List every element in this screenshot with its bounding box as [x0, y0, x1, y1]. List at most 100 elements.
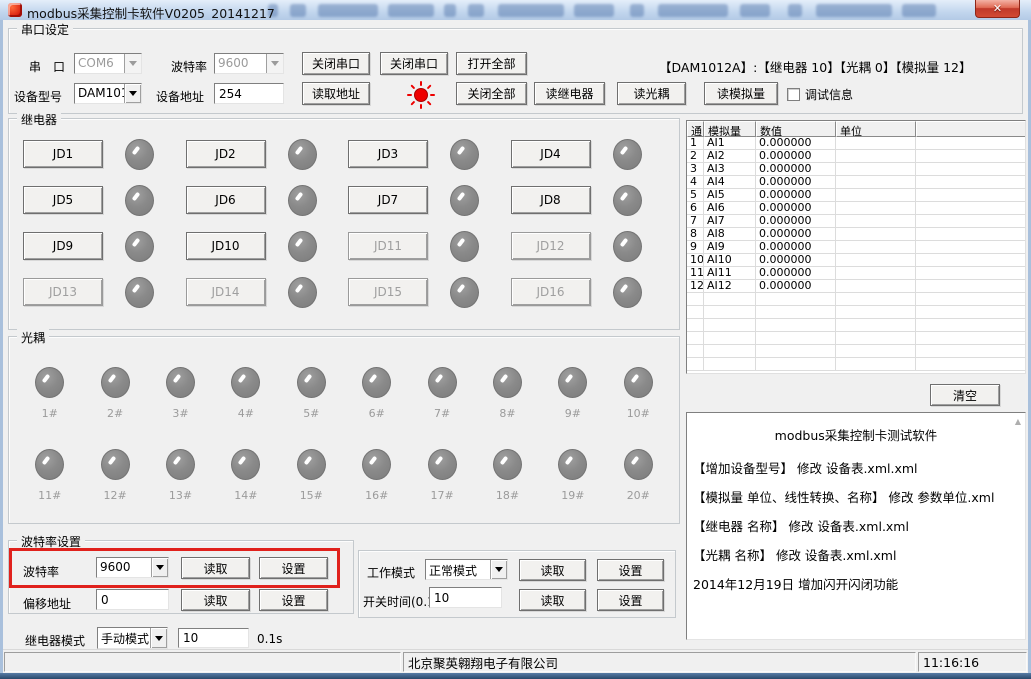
relay-mode-time-input[interactable] [178, 628, 249, 648]
table-row-empty[interactable] [687, 306, 1025, 319]
opto-channel: 11# [17, 433, 82, 515]
opto-led-19-icon [558, 449, 588, 480]
table-cell: AI12 [704, 280, 756, 292]
relay-button-jd2[interactable]: JD2 [185, 140, 266, 168]
offset-read-button[interactable]: 读取 [181, 589, 250, 611]
relay-led-1-icon [125, 138, 154, 170]
table-cell: 0.000000 [756, 137, 836, 149]
read-opto-button[interactable]: 读光耦 [617, 82, 686, 105]
table-cell [687, 293, 704, 305]
opto-channel: 9# [540, 351, 605, 433]
table-row-empty[interactable] [687, 332, 1025, 345]
switch-time-set-button[interactable]: 设置 [597, 589, 664, 611]
relay-led-13-icon [125, 276, 154, 308]
debug-info-checkbox[interactable]: 调试信息 [787, 86, 853, 103]
table-cell: 1 [687, 137, 704, 149]
table-cell [836, 163, 916, 175]
opto-channel: 3# [148, 351, 213, 433]
relay-grid: JD1 JD2 JD3 JD4 JD5 JD6 JD7 JD8 JD9 JD10 JD11 JD12 J… [23, 131, 673, 315]
table-cell: 0.000000 [756, 150, 836, 162]
relay-button-jd3[interactable]: JD3 [348, 140, 428, 168]
baud-read-button[interactable]: 读取 [181, 557, 250, 579]
relay-button-jd7[interactable]: JD7 [348, 186, 428, 214]
table-row[interactable]: 10 AI10 0.000000 [687, 254, 1025, 267]
window-bottom-edge [0, 673, 1031, 679]
table-row-empty[interactable] [687, 293, 1025, 306]
table-cell [704, 345, 756, 357]
opto-led-20-icon [623, 449, 653, 480]
baud-set-button[interactable]: 设置 [259, 557, 328, 579]
relay-button-jd5[interactable]: JD5 [23, 186, 103, 214]
table-row[interactable]: 6 AI6 0.000000 [687, 202, 1025, 215]
opto-group: 光耦 1# 2# 3# 4# 5# 6# 7# 8# 9# 10# 11# 12# 13# 14# 15# 1… [8, 329, 680, 524]
opto-channel-label: 19# [561, 489, 585, 502]
open-all-button[interactable]: 打开全部 [456, 52, 527, 75]
opto-channel: 17# [409, 433, 474, 515]
analog-table[interactable]: 通 模拟量 数值 单位 1 AI1 0.000000 2 AI2 0.000000 3 AI3… [686, 120, 1026, 374]
table-row[interactable]: 8 AI8 0.000000 [687, 228, 1025, 241]
table-cell [756, 319, 836, 331]
table-cell: AI11 [704, 267, 756, 279]
opto-led-11-icon [35, 449, 65, 480]
col-header-channel: 通 [687, 121, 704, 137]
table-row[interactable]: 2 AI2 0.000000 [687, 150, 1025, 163]
table-row[interactable]: 9 AI9 0.000000 [687, 241, 1025, 254]
relay-cell: JD8 [510, 184, 674, 216]
baud-value: 9600 [218, 56, 249, 70]
device-address-input[interactable] [214, 83, 284, 104]
switch-time-read-button[interactable]: 读取 [519, 589, 586, 611]
opto-led-17-icon [427, 449, 457, 480]
work-mode-read-button[interactable]: 读取 [519, 559, 586, 581]
status-cell-empty [4, 652, 401, 672]
table-row[interactable]: 3 AI3 0.000000 [687, 163, 1025, 176]
switch-time-input[interactable] [429, 587, 502, 608]
checkbox-icon[interactable] [787, 88, 800, 101]
opto-channel: 2# [82, 351, 147, 433]
offset-set-button[interactable]: 设置 [259, 589, 328, 611]
table-cell: 5 [687, 189, 704, 201]
titlebar[interactable]: modbus采集控制卡软件V0205_20141217 [0, 0, 1031, 20]
table-row[interactable]: 1 AI1 0.000000 [687, 137, 1025, 150]
close-button[interactable]: ✕ [975, 0, 1020, 18]
relay-button-jd10[interactable]: JD10 [185, 232, 266, 260]
relay-led-5-icon [125, 184, 154, 216]
table-row[interactable]: 12 AI12 0.000000 [687, 280, 1025, 293]
work-mode-value: 正常模式 [429, 564, 478, 578]
relay-button-jd4[interactable]: JD4 [510, 140, 591, 168]
work-mode-set-button[interactable]: 设置 [597, 559, 664, 581]
clear-button[interactable]: 清空 [930, 384, 1000, 406]
table-cell: AI10 [704, 254, 756, 266]
relay-button-jd8[interactable]: JD8 [510, 186, 591, 214]
relay-button-jd1[interactable]: JD1 [23, 140, 103, 168]
read-analog-button[interactable]: 读模拟量 [704, 82, 778, 105]
table-row-empty[interactable] [687, 319, 1025, 332]
close-all-button[interactable]: 关闭全部 [456, 82, 527, 105]
table-row[interactable]: 4 AI4 0.000000 [687, 176, 1025, 189]
offset-address-input[interactable] [96, 589, 169, 610]
opto-led-9-icon [558, 367, 588, 398]
read-relay-button[interactable]: 读继电器 [534, 82, 605, 105]
table-row[interactable]: 11 AI11 0.000000 [687, 267, 1025, 280]
table-row-empty[interactable] [687, 345, 1025, 358]
opto-led-8-icon [492, 367, 522, 398]
close-serial-button[interactable]: 关闭串口 [302, 52, 370, 75]
model-select[interactable]: DAM1012A [74, 83, 142, 104]
port-label: 串 口 [29, 60, 66, 74]
opto-channel-label: 14# [234, 489, 258, 502]
relay-button-jd9[interactable]: JD9 [23, 232, 103, 260]
table-cell: 9 [687, 241, 704, 253]
table-cell: 0.000000 [756, 189, 836, 201]
table-row-empty[interactable] [687, 358, 1025, 371]
close-serial-button-2[interactable]: 关闭串口 [380, 52, 448, 75]
table-cell [836, 306, 916, 318]
relay-mode-select[interactable]: 手动模式 [97, 627, 168, 649]
baud-rate-select[interactable]: 9600 [96, 557, 169, 578]
scroll-up-icon[interactable]: ▲ [1015, 418, 1021, 426]
relay-button-jd6[interactable]: JD6 [185, 186, 266, 214]
table-row[interactable]: 7 AI7 0.000000 [687, 215, 1025, 228]
table-cell [836, 228, 916, 240]
table-cell: AI6 [704, 202, 756, 214]
read-address-button[interactable]: 读取地址 [302, 82, 370, 105]
work-mode-select[interactable]: 正常模式 [425, 559, 508, 580]
table-row[interactable]: 5 AI5 0.000000 [687, 189, 1025, 202]
